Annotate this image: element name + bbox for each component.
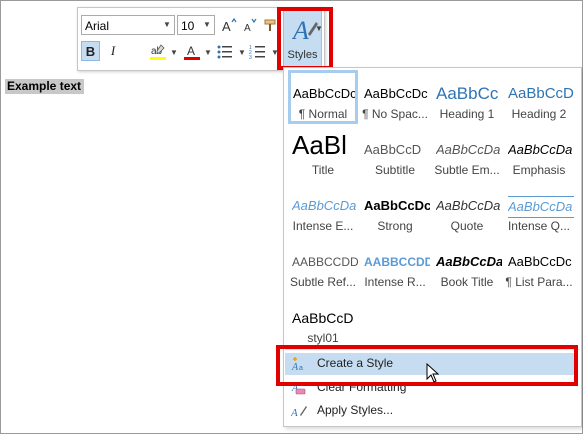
- mouse-pointer-icon: [426, 362, 440, 383]
- svg-text:3: 3: [249, 55, 252, 61]
- style-tile-subtle-reference[interactable]: AABBCCDD Subtle Ref...: [288, 238, 358, 292]
- shrink-font-icon[interactable]: A: [241, 16, 259, 34]
- style-tile-intense-reference[interactable]: AABBCCDD Intense R...: [360, 238, 430, 292]
- style-sample: AaBbCcDa: [292, 198, 357, 213]
- style-name: Subtle Ref...: [289, 275, 357, 289]
- style-name: Heading 2: [511, 107, 567, 121]
- style-name: Subtitle: [374, 163, 416, 177]
- style-tile-heading-2[interactable]: AaBbCcD Heading 2: [504, 70, 574, 124]
- style-sample: AABBCCDD: [292, 255, 358, 269]
- style-sample: AABBCCDD: [364, 255, 430, 269]
- style-name: Strong: [377, 219, 413, 233]
- style-name: Heading 1: [439, 107, 495, 121]
- style-sample: AaBbCcDa: [436, 198, 501, 213]
- style-sample: AaBbCcDa: [508, 142, 573, 157]
- style-sample: AaBbCcDc: [293, 86, 355, 101]
- font-size-value: 10: [181, 19, 195, 33]
- style-tile-title[interactable]: AaBl Title: [288, 126, 358, 180]
- style-tile-book-title[interactable]: AaBbCcDa Book Title: [432, 238, 502, 292]
- chevron-down-icon[interactable]: ▼: [238, 48, 246, 57]
- style-sample: AaBbCcDc: [364, 198, 430, 213]
- style-sample: AaBbCcDc: [508, 254, 572, 269]
- style-name: Book Title: [440, 275, 494, 289]
- svg-text:A: A: [187, 44, 195, 58]
- highlight-frame-styles: [277, 7, 333, 70]
- style-name: ¶ Normal: [298, 107, 348, 121]
- style-tile-strong[interactable]: AaBbCcDc Strong: [360, 182, 430, 236]
- chevron-down-icon[interactable]: ▼: [170, 48, 178, 57]
- font-color-icon[interactable]: A: [182, 42, 202, 62]
- font-size-combo[interactable]: 10 ▼: [177, 15, 215, 35]
- style-tile-no-spacing[interactable]: AaBbCcDc ¶ No Spac...: [360, 70, 430, 124]
- highlight-color-icon[interactable]: ab: [148, 42, 168, 62]
- style-tile-styl01[interactable]: AaBbCcD styl01: [288, 294, 358, 348]
- style-name: Intense Q...: [507, 219, 571, 233]
- style-sample: AaBbCcD: [292, 310, 354, 326]
- style-sample: AaBl: [292, 130, 347, 160]
- style-tile-intense-quote[interactable]: AaBbCcDa Intense Q...: [504, 182, 574, 236]
- grow-font-icon[interactable]: A: [220, 16, 238, 34]
- svg-text:A: A: [244, 23, 251, 33]
- italic-button[interactable]: I: [104, 42, 122, 60]
- style-sample: AaBbCcD: [364, 142, 422, 157]
- bold-button[interactable]: B: [81, 41, 100, 61]
- chevron-down-icon[interactable]: ▼: [204, 48, 212, 57]
- style-tile-heading-1[interactable]: AaBbCc Heading 1: [432, 70, 502, 124]
- numbering-icon[interactable]: 1 2 3: [248, 42, 268, 62]
- apply-styles-icon: A: [290, 403, 307, 419]
- svg-text:A: A: [291, 407, 298, 419]
- style-name: ¶ No Spac...: [362, 107, 428, 121]
- style-name: Emphasis: [512, 163, 566, 177]
- selected-example-text[interactable]: Example text: [5, 79, 85, 94]
- style-sample: AaBbCcDa: [436, 142, 501, 157]
- style-tile-subtitle[interactable]: AaBbCcD Subtitle: [360, 126, 430, 180]
- style-tile-normal[interactable]: AaBbCcDc ¶ Normal: [288, 70, 358, 124]
- font-name-combo[interactable]: Arial ▼: [81, 15, 175, 35]
- style-sample: AaBbCc: [436, 84, 499, 103]
- style-sample: AaBbCcDa: [436, 254, 502, 269]
- chevron-down-icon[interactable]: ▼: [200, 16, 214, 34]
- style-name: Subtle Em...: [434, 163, 500, 177]
- chevron-down-icon[interactable]: ▼: [160, 16, 174, 34]
- style-name: ¶ List Para...: [505, 275, 573, 289]
- style-tile-intense-emphasis[interactable]: AaBbCcDa Intense E...: [288, 182, 358, 236]
- font-name-value: Arial: [85, 19, 110, 33]
- style-name: styl01: [307, 331, 339, 345]
- apply-styles-label: Apply Styles...: [317, 403, 394, 417]
- style-tile-subtle-emphasis[interactable]: AaBbCcDa Subtle Em...: [432, 126, 502, 180]
- style-sample: AaBbCcDc: [364, 86, 428, 101]
- style-sample: AaBbCcDa: [508, 196, 574, 218]
- style-tile-quote[interactable]: AaBbCcDa Quote: [432, 182, 502, 236]
- style-name: Intense E...: [292, 219, 354, 233]
- svg-text:A: A: [222, 19, 231, 33]
- style-tile-list-paragraph[interactable]: AaBbCcDc ¶ List Para...: [504, 238, 574, 292]
- apply-styles-menu-item[interactable]: A Apply Styles...: [285, 400, 578, 422]
- bullets-icon[interactable]: [215, 42, 235, 62]
- style-tile-emphasis[interactable]: AaBbCcDa Emphasis: [504, 126, 574, 180]
- style-name: Intense R...: [364, 275, 426, 289]
- style-sample: AaBbCcD: [508, 85, 574, 102]
- style-name: Title: [311, 163, 335, 177]
- style-name: Quote: [450, 219, 484, 233]
